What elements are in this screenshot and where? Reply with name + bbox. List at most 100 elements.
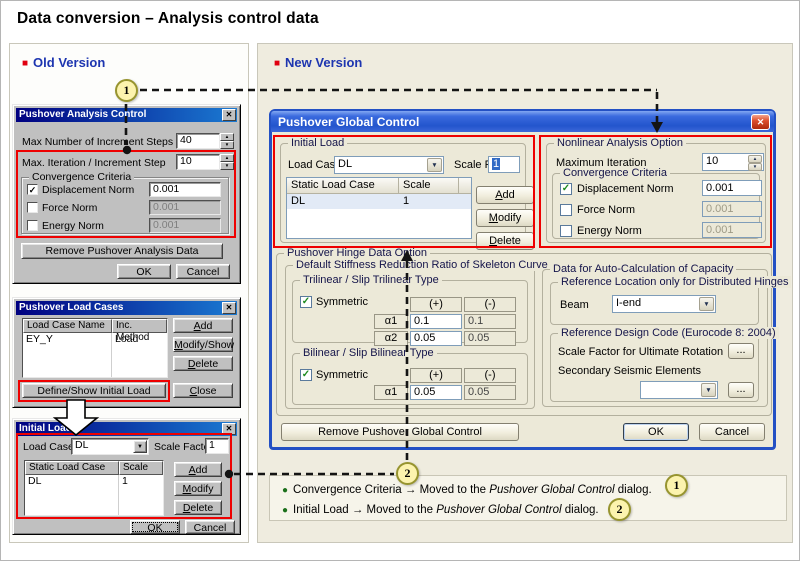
beam-dropdown[interactable]: I-end ▼ (612, 295, 716, 313)
static-load-case-table[interactable]: Static Load Case Scale DL 1 (24, 460, 164, 516)
old-version-heading: ■Old Version (22, 55, 105, 70)
callout-1-note: 1 (665, 474, 688, 497)
close-icon[interactable]: ✕ (222, 302, 236, 314)
max-iter-input[interactable]: 10 (176, 154, 220, 170)
table-row[interactable]: EY_Y Load (23, 333, 167, 346)
force-norm-input: 0.001 (702, 201, 762, 217)
beam-label: Beam (560, 299, 589, 311)
table-row[interactable]: DL 1 (25, 475, 163, 488)
dialog-titlebar: Pushover Global Control ✕ (271, 111, 774, 132)
scale-factor-input[interactable]: 1 (205, 438, 229, 454)
chevron-down-icon[interactable]: ▼ (699, 297, 714, 311)
page-title: Data conversion – Analysis control data (17, 10, 319, 28)
spinner-down-icon[interactable]: ▼ (220, 141, 234, 149)
static-load-case-table[interactable]: Static Load Case Scale DL 1 (286, 177, 472, 239)
chevron-down-icon[interactable]: ▼ (427, 158, 442, 172)
modify-button[interactable]: Modify (476, 209, 534, 227)
delete-button[interactable]: Delete (173, 356, 233, 371)
close-icon[interactable]: ✕ (751, 114, 770, 130)
grid-divider (111, 333, 112, 377)
force-norm-checkbox[interactable] (27, 202, 38, 213)
delete-button[interactable]: Delete (174, 500, 222, 515)
green-bullet-icon: ● (282, 505, 288, 516)
trilinear-symmetric-checkbox[interactable]: ✓ (300, 296, 312, 308)
cancel-button[interactable]: Cancel (176, 264, 230, 279)
chevron-down-icon[interactable]: ▼ (133, 440, 147, 453)
maximum-iteration-input[interactable]: 10 ▲ ▼ (702, 153, 764, 171)
bilinear-symmetric-checkbox[interactable]: ✓ (300, 369, 312, 381)
secondary-seismic-label: Secondary Seismic Elements (558, 365, 701, 377)
remove-pushover-analysis-data-button[interactable]: Remove Pushover Analysis Data (21, 243, 223, 259)
add-button[interactable]: Add (173, 318, 233, 333)
ok-button[interactable]: OK (117, 264, 171, 279)
ok-button[interactable]: OK (130, 520, 180, 534)
load-case-dropdown[interactable]: DL ▼ (334, 156, 444, 174)
spinner-down-icon[interactable]: ▼ (220, 162, 234, 170)
column-header-negative: (-) (464, 368, 516, 383)
energy-norm-label: Energy Norm (42, 220, 104, 232)
column-header-positive: (+) (410, 368, 462, 383)
bilinear-symmetric-label: Symmetric (316, 369, 368, 381)
load-cases-table[interactable]: Load Case Name Inc. Method EY_Y Load (22, 318, 168, 378)
modify-button[interactable]: Modify (174, 481, 222, 496)
close-icon[interactable]: ✕ (222, 109, 236, 121)
table-row[interactable]: DL 1 (287, 194, 471, 209)
column-header[interactable]: Load Case Name (23, 319, 112, 333)
column-header[interactable]: Static Load Case (287, 178, 399, 194)
close-icon[interactable]: ✕ (222, 423, 236, 435)
scale-factor-input[interactable]: 1 (488, 156, 520, 173)
new-version-heading: ■New Version (274, 55, 362, 70)
modify-show-button[interactable]: Modify/Show (173, 337, 233, 352)
chevron-down-icon[interactable]: ▼ (701, 383, 716, 397)
displacement-norm-label: Displacement Norm (42, 184, 134, 196)
page: Data conversion – Analysis control data … (0, 0, 800, 561)
red-square-icon: ■ (22, 58, 28, 69)
column-header[interactable]: Scale (119, 461, 163, 475)
load-case-label: Load Case (23, 441, 74, 453)
secondary-seismic-dropdown[interactable]: ▼ (640, 381, 718, 399)
displacement-norm-input[interactable]: 0.001 (702, 180, 762, 196)
cancel-button[interactable]: Cancel (699, 423, 765, 441)
load-case-dropdown[interactable]: DL ▼ (71, 438, 149, 455)
energy-norm-label: Energy Norm (577, 225, 642, 237)
displacement-norm-checkbox[interactable]: ✓ (560, 183, 572, 195)
spinner-up-icon[interactable]: ▲ (748, 155, 762, 163)
max-steps-input[interactable]: 40 (176, 133, 220, 149)
displacement-norm-checkbox[interactable]: ✓ (27, 184, 38, 195)
notes-box: ●Convergence Criteria → Moved to the Pus… (269, 475, 787, 521)
dialog-title: Initial Load (19, 422, 72, 436)
force-norm-label: Force Norm (577, 204, 635, 216)
delete-button[interactable]: Delete (476, 232, 534, 250)
force-norm-checkbox[interactable] (560, 204, 572, 216)
maximum-iteration-spinner[interactable]: ▲ ▼ (748, 155, 762, 169)
alpha2-pos-input[interactable]: 0.05 (410, 331, 462, 346)
max-steps-spinner[interactable]: ▲ ▼ (220, 133, 234, 149)
spinner-up-icon[interactable]: ▲ (220, 154, 234, 162)
remove-pushover-global-control-button[interactable]: Remove Pushover Global Control (281, 423, 519, 441)
define-show-initial-load-button[interactable]: Define/Show Initial Load (22, 383, 166, 398)
displacement-norm-input[interactable]: 0.001 (149, 182, 221, 197)
secondary-seismic-ellipsis-button[interactable]: ... (728, 382, 754, 398)
dialog-title: Pushover Load Cases (19, 301, 123, 315)
max-iter-spinner[interactable]: ▲ ▼ (220, 154, 234, 170)
spinner-up-icon[interactable]: ▲ (220, 133, 234, 141)
column-header[interactable]: Inc. Method (112, 319, 167, 333)
ok-button[interactable]: OK (623, 423, 689, 441)
ultimate-rotation-ellipsis-button[interactable]: ... (728, 343, 754, 359)
alpha1-pos-input[interactable]: 0.05 (410, 385, 462, 400)
add-button[interactable]: Add (476, 186, 534, 204)
energy-norm-checkbox[interactable] (27, 220, 38, 231)
energy-norm-checkbox[interactable] (560, 225, 572, 237)
dialog-title: Pushover Analysis Control (19, 108, 146, 122)
pushover-load-cases-dialog: Pushover Load Cases ✕ Load Case Name Inc… (12, 297, 241, 408)
alpha1-pos-input[interactable]: 0.1 (410, 314, 462, 329)
column-header[interactable]: Static Load Case (25, 461, 119, 475)
add-button[interactable]: Add (174, 462, 222, 477)
spinner-down-icon[interactable]: ▼ (748, 163, 762, 171)
close-button[interactable]: Close (173, 383, 233, 398)
green-bullet-icon: ● (282, 485, 288, 496)
column-header[interactable]: Scale (399, 178, 459, 194)
cancel-button[interactable]: Cancel (185, 520, 235, 534)
grid-divider (118, 475, 119, 515)
max-iter-label: Max. Iteration / Increment Step (22, 157, 166, 169)
